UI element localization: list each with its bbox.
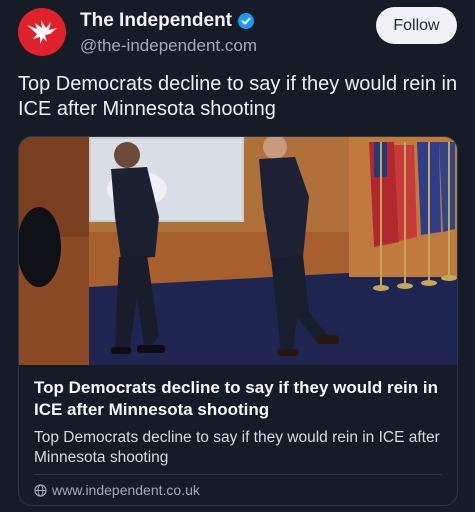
- post-text: Top Democrats decline to say if they wou…: [18, 73, 458, 120]
- display-name[interactable]: The Independent: [80, 10, 232, 32]
- follow-button[interactable]: Follow: [376, 7, 457, 44]
- link-card-domain-row[interactable]: www.independent.co.uk: [34, 482, 200, 498]
- link-card-description: Top Democrats decline to say if they wou…: [34, 429, 440, 466]
- link-card[interactable]: Top Democrats decline to say if they wou…: [18, 136, 458, 506]
- account-handle[interactable]: @the-independent.com: [80, 36, 257, 56]
- link-card-title: Top Democrats decline to say if they wou…: [34, 378, 438, 419]
- verified-check-icon: [238, 13, 254, 29]
- eagle-logo-icon: [27, 20, 57, 44]
- author-name-row: The Independent: [80, 10, 254, 32]
- press-photo[interactable]: [19, 137, 457, 365]
- card-divider: [34, 474, 442, 475]
- avatar[interactable]: [18, 8, 66, 56]
- globe-icon: [34, 483, 47, 497]
- link-card-domain: www.independent.co.uk: [52, 482, 200, 498]
